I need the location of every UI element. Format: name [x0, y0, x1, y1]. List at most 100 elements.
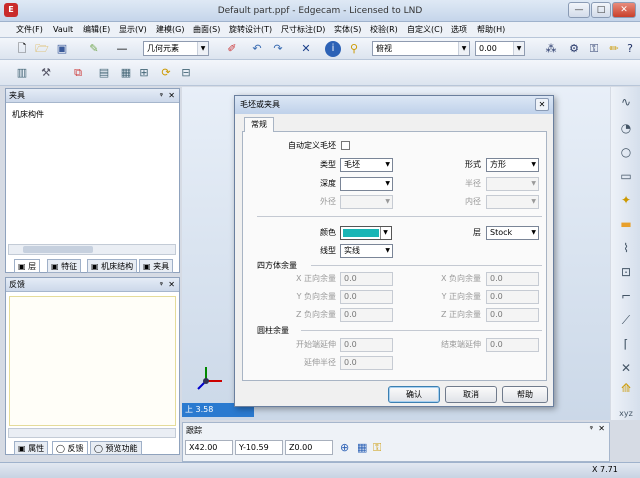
pencil-edit-icon[interactable]: ✏: [606, 41, 622, 57]
chart-icon[interactable]: ▥: [14, 65, 30, 81]
snap-points-icon[interactable]: ⁂: [543, 41, 559, 57]
menu-customize[interactable]: 自定义(C): [407, 22, 443, 38]
layer-dropdown[interactable]: Stock ▼: [486, 226, 539, 240]
measure-icon[interactable]: ⚲: [346, 41, 362, 57]
redo-icon[interactable]: ↷: [270, 41, 286, 57]
arc-icon[interactable]: ◔: [617, 119, 635, 137]
undo-icon[interactable]: ↶: [249, 41, 265, 57]
rotate-icon[interactable]: ⟳: [158, 65, 174, 81]
close-icon[interactable]: ✕: [168, 278, 175, 292]
lock-icon[interactable]: ⚿: [373, 441, 381, 455]
type-dropdown[interactable]: 毛坯 ▼: [340, 158, 393, 172]
scrollbar-thumb[interactable]: [23, 246, 93, 253]
open-folder-icon[interactable]: 🗁: [34, 41, 50, 57]
snap-lock-icon[interactable]: ⚿: [586, 41, 602, 57]
pin-icon[interactable]: ᵠ: [160, 278, 163, 292]
curve-icon[interactable]: ∿: [617, 93, 635, 111]
chamfer-icon[interactable]: ⟋: [617, 311, 635, 329]
pen-color-icon[interactable]: ✎: [86, 41, 102, 57]
close-window-button[interactable]: ✕: [612, 2, 636, 18]
y-coordinate: Y-10.59: [235, 440, 283, 455]
tab-layers[interactable]: ▣ 层: [14, 259, 41, 273]
tab-feedback[interactable]: ◯ 反馈: [52, 441, 88, 455]
tab-general[interactable]: 常规: [244, 117, 274, 132]
menu-solid[interactable]: 实体(S): [334, 22, 361, 38]
fixtures-panel-header: 夹具 ᵠ ✕: [6, 89, 179, 103]
menu-surface[interactable]: 曲面(S): [193, 22, 220, 38]
tab-machine-structure[interactable]: ▣ 机床结构: [87, 259, 138, 273]
machine-icon[interactable]: ⊞: [136, 65, 152, 81]
new-file-icon[interactable]: 🗋: [14, 41, 30, 57]
chevron-down-icon: ▼: [385, 161, 390, 168]
value-combo[interactable]: 0.00 ▼: [475, 41, 525, 56]
tab-properties[interactable]: ▣ 属性: [14, 441, 49, 455]
custom-blank-checkbox[interactable]: [341, 141, 350, 150]
offset-icon[interactable]: ⊡: [617, 263, 635, 281]
tab-label: 夹具: [153, 262, 170, 271]
tab-label: 机床结构: [101, 262, 134, 271]
extend-icon[interactable]: ⟰: [617, 379, 635, 397]
line-style-icon[interactable]: —: [114, 41, 130, 57]
machine-components-item[interactable]: 机床构件: [12, 109, 44, 120]
corner-icon[interactable]: ⌐: [617, 287, 635, 305]
tab-preview[interactable]: ◯ 预览功能: [90, 441, 142, 455]
pin-icon[interactable]: ᵠ: [160, 89, 163, 103]
horizontal-scrollbar[interactable]: [8, 244, 176, 255]
help-icon[interactable]: ?: [622, 41, 638, 57]
cancel-button[interactable]: 取消: [445, 386, 497, 403]
menu-verify[interactable]: 校验(R): [370, 22, 398, 38]
stock-icon[interactable]: ▤: [96, 65, 112, 81]
type-value: 毛坯: [344, 160, 360, 169]
linetype-dropdown[interactable]: 实线 ▼: [340, 244, 393, 258]
close-icon[interactable]: ✕: [598, 424, 605, 433]
menu-edit[interactable]: 编辑(E): [83, 22, 110, 38]
fixture-icon[interactable]: ▦: [118, 65, 134, 81]
grid-snap-icon[interactable]: ▦: [357, 441, 367, 454]
point-icon[interactable]: ✦: [617, 191, 635, 209]
menu-rotation-design[interactable]: 旋转设计(T): [229, 22, 272, 38]
delete-icon[interactable]: ✕: [298, 41, 314, 57]
pin-icon[interactable]: ᵠ: [590, 424, 593, 433]
dialog-close-button[interactable]: ✕: [535, 98, 549, 111]
geometry-combo[interactable]: 几何元素 ▼: [143, 41, 209, 56]
x-negative-label: X 负向余量: [440, 274, 481, 283]
circle-icon[interactable]: ○: [617, 143, 635, 161]
spline-icon[interactable]: ⌇: [617, 239, 635, 257]
grid-icon[interactable]: ⊟: [178, 65, 194, 81]
xyz-icon[interactable]: xyz: [617, 405, 635, 423]
z-negative-field: 0.0: [340, 308, 393, 322]
fill-icon[interactable]: ▬: [617, 215, 635, 233]
menu-options[interactable]: 选项: [451, 22, 467, 38]
menu-modeling[interactable]: 建模(G): [156, 22, 184, 38]
minimize-button[interactable]: —: [568, 2, 590, 18]
menu-file[interactable]: 文件(F): [16, 22, 43, 38]
color-picker[interactable]: ▼: [340, 226, 392, 240]
tab-fixtures[interactable]: ▣ 夹具: [139, 259, 174, 273]
layer-value: Stock: [490, 228, 513, 237]
snap-grid-icon[interactable]: ⚙: [566, 41, 582, 57]
menu-dimension[interactable]: 尺寸标注(D): [281, 22, 325, 38]
menu-view[interactable]: 显示(V): [119, 22, 147, 38]
menu-help[interactable]: 帮助(H): [477, 22, 505, 38]
tool-icon[interactable]: ⚒: [38, 65, 54, 81]
horizontal-scrollbar[interactable]: [8, 428, 176, 438]
layer-tool-icon[interactable]: ⧉: [70, 65, 86, 81]
help-button[interactable]: 帮助: [502, 386, 548, 403]
rectangle-icon[interactable]: ▭: [617, 167, 635, 185]
x-positive-label: X 正向余量: [295, 274, 336, 283]
break-icon[interactable]: ✕: [617, 359, 635, 377]
close-icon[interactable]: ✕: [168, 89, 175, 103]
trim-icon[interactable]: ⌈: [617, 335, 635, 353]
depth-dropdown[interactable]: ▼: [340, 177, 393, 191]
extension-radius-field: 0.0: [340, 356, 393, 370]
form-dropdown[interactable]: 方形 ▼: [486, 158, 539, 172]
menu-vault[interactable]: Vault: [53, 22, 73, 38]
info-icon[interactable]: i: [325, 41, 341, 57]
globe-icon[interactable]: ⊕: [340, 441, 349, 454]
save-icon[interactable]: ▣: [54, 41, 70, 57]
ok-button[interactable]: 确认: [388, 386, 440, 403]
tab-features[interactable]: ▣ 特征: [47, 259, 82, 273]
maximize-button[interactable]: □: [591, 2, 611, 18]
eraser-icon[interactable]: ✐: [224, 41, 240, 57]
view-combo[interactable]: 俯视 ▼: [372, 41, 470, 56]
